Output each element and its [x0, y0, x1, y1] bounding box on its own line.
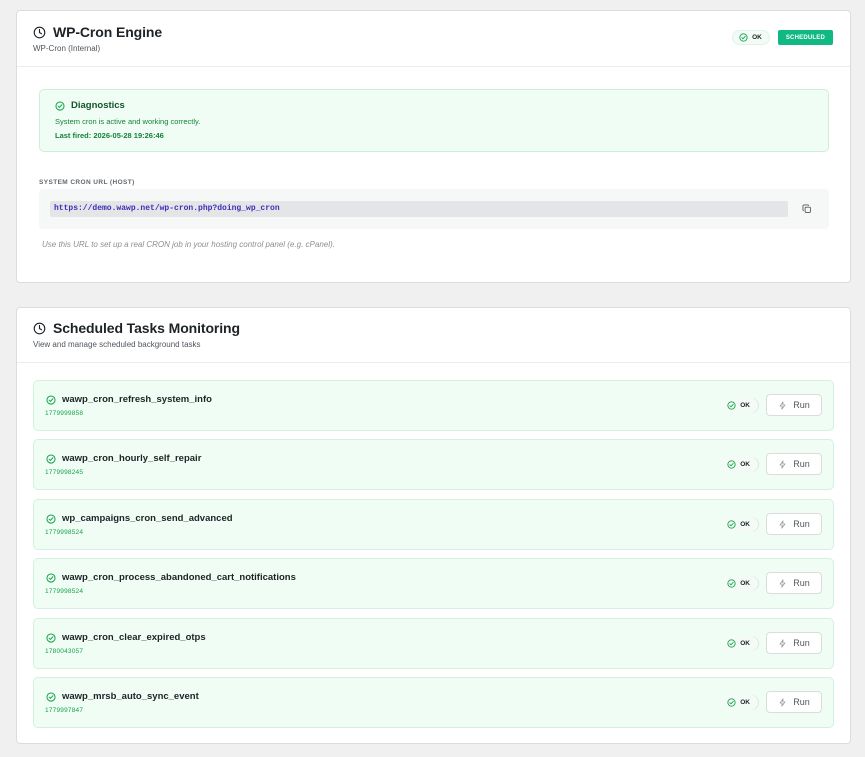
- task-timestamp: 1780043057: [45, 648, 84, 655]
- bolt-icon: [779, 638, 786, 648]
- task-row: wp_campaigns_cron_send_advanced 17799985…: [33, 499, 834, 550]
- run-label: Run: [793, 638, 810, 648]
- diagnostics-message: System cron is active and working correc…: [55, 117, 201, 126]
- task-timestamp: 1779998245: [45, 469, 84, 476]
- task-timestamp: 1779997847: [45, 707, 84, 714]
- clock-icon: [33, 322, 46, 334]
- bolt-icon: [779, 697, 786, 707]
- clock-icon: [33, 26, 46, 38]
- task-ok-status: OK: [722, 398, 758, 413]
- task-ok-label: OK: [740, 699, 750, 706]
- engine-subtitle: WP-Cron (Internal): [33, 44, 101, 53]
- check-circle-icon: [727, 401, 736, 410]
- task-ok-label: OK: [740, 521, 750, 528]
- check-circle-icon: [46, 691, 56, 702]
- diagnostics-title: Diagnostics: [71, 100, 125, 111]
- run-label: Run: [793, 519, 810, 529]
- tasks-card-header: Scheduled Tasks Monitoring View and mana…: [17, 308, 850, 363]
- task-ok-label: OK: [740, 580, 750, 587]
- task-row: wawp_cron_refresh_system_info 1779999858…: [33, 380, 834, 431]
- task-timestamp: 1779998524: [45, 529, 84, 536]
- tasks-subtitle: View and manage scheduled background tas…: [33, 340, 201, 349]
- cron-url-help: Use this URL to set up a real CRON job i…: [42, 240, 335, 249]
- run-task-button[interactable]: Run: [766, 453, 822, 475]
- engine-card-header: WP-Cron Engine WP-Cron (Internal) OK SCH…: [17, 11, 850, 67]
- task-timestamp: 1779999858: [45, 410, 84, 417]
- run-task-button[interactable]: Run: [766, 572, 822, 594]
- copy-icon: [802, 204, 811, 213]
- diagnostics-box: Diagnostics System cron is active and wo…: [39, 89, 829, 152]
- check-circle-icon: [46, 632, 56, 643]
- run-label: Run: [793, 578, 810, 588]
- task-name: wawp_cron_process_abandoned_cart_notific…: [62, 572, 296, 583]
- engine-ok-label: OK: [752, 34, 762, 41]
- check-circle-icon: [46, 513, 56, 524]
- cron-url-field[interactable]: https://demo.wawp.net/wp-cron.php?doing_…: [50, 201, 788, 217]
- run-task-button[interactable]: Run: [766, 632, 822, 654]
- wp-cron-engine-card: WP-Cron Engine WP-Cron (Internal) OK SCH…: [16, 10, 851, 283]
- cron-url-label: SYSTEM CRON URL (HOST): [39, 179, 135, 186]
- task-name: wawp_cron_clear_expired_otps: [62, 632, 206, 643]
- task-name: wawp_mrsb_auto_sync_event: [62, 691, 199, 702]
- task-name: wawp_cron_hourly_self_repair: [62, 453, 202, 464]
- check-circle-icon: [727, 520, 736, 529]
- run-label: Run: [793, 697, 810, 707]
- task-row: wawp_mrsb_auto_sync_event 1779997847 OK …: [33, 677, 834, 728]
- check-circle-icon: [727, 639, 736, 648]
- task-row: wawp_cron_clear_expired_otps 1780043057 …: [33, 618, 834, 669]
- task-name: wp_campaigns_cron_send_advanced: [62, 513, 233, 524]
- check-circle-icon: [727, 698, 736, 707]
- bolt-icon: [779, 578, 786, 588]
- check-circle-icon: [46, 394, 56, 405]
- check-circle-icon: [46, 453, 56, 464]
- scheduled-tasks-card: Scheduled Tasks Monitoring View and mana…: [16, 307, 851, 744]
- diagnostics-last-fired: Last fired: 2026-05-28 19:26:46: [55, 131, 164, 140]
- check-circle-icon: [55, 100, 65, 111]
- task-ok-status: OK: [722, 576, 758, 591]
- bolt-icon: [779, 400, 786, 410]
- engine-ok-status: OK: [732, 30, 770, 45]
- check-circle-icon: [46, 572, 56, 583]
- task-timestamp: 1779998524: [45, 588, 84, 595]
- task-name: wawp_cron_refresh_system_info: [62, 394, 212, 405]
- run-task-button[interactable]: Run: [766, 394, 822, 416]
- task-ok-label: OK: [740, 461, 750, 468]
- bolt-icon: [779, 459, 786, 469]
- task-ok-status: OK: [722, 695, 758, 710]
- tasks-title: Scheduled Tasks Monitoring: [53, 320, 240, 336]
- engine-title: WP-Cron Engine: [53, 24, 163, 40]
- run-label: Run: [793, 459, 810, 469]
- run-task-button[interactable]: Run: [766, 513, 822, 535]
- scheduled-badge: SCHEDULED: [777, 30, 833, 45]
- check-circle-icon: [739, 33, 748, 42]
- task-ok-status: OK: [722, 457, 758, 472]
- task-ok-label: OK: [740, 640, 750, 647]
- task-ok-label: OK: [740, 402, 750, 409]
- task-row: wawp_cron_hourly_self_repair 1779998245 …: [33, 439, 834, 490]
- run-task-button[interactable]: Run: [766, 691, 822, 713]
- engine-status-badges: OK SCHEDULED: [732, 30, 833, 45]
- run-label: Run: [793, 400, 810, 410]
- cron-url-box: https://demo.wawp.net/wp-cron.php?doing_…: [39, 189, 829, 229]
- copy-url-button[interactable]: [798, 200, 816, 218]
- task-row: wawp_cron_process_abandoned_cart_notific…: [33, 558, 834, 609]
- check-circle-icon: [727, 579, 736, 588]
- bolt-icon: [779, 519, 786, 529]
- task-ok-status: OK: [722, 636, 758, 651]
- task-ok-status: OK: [722, 517, 758, 532]
- check-circle-icon: [727, 460, 736, 469]
